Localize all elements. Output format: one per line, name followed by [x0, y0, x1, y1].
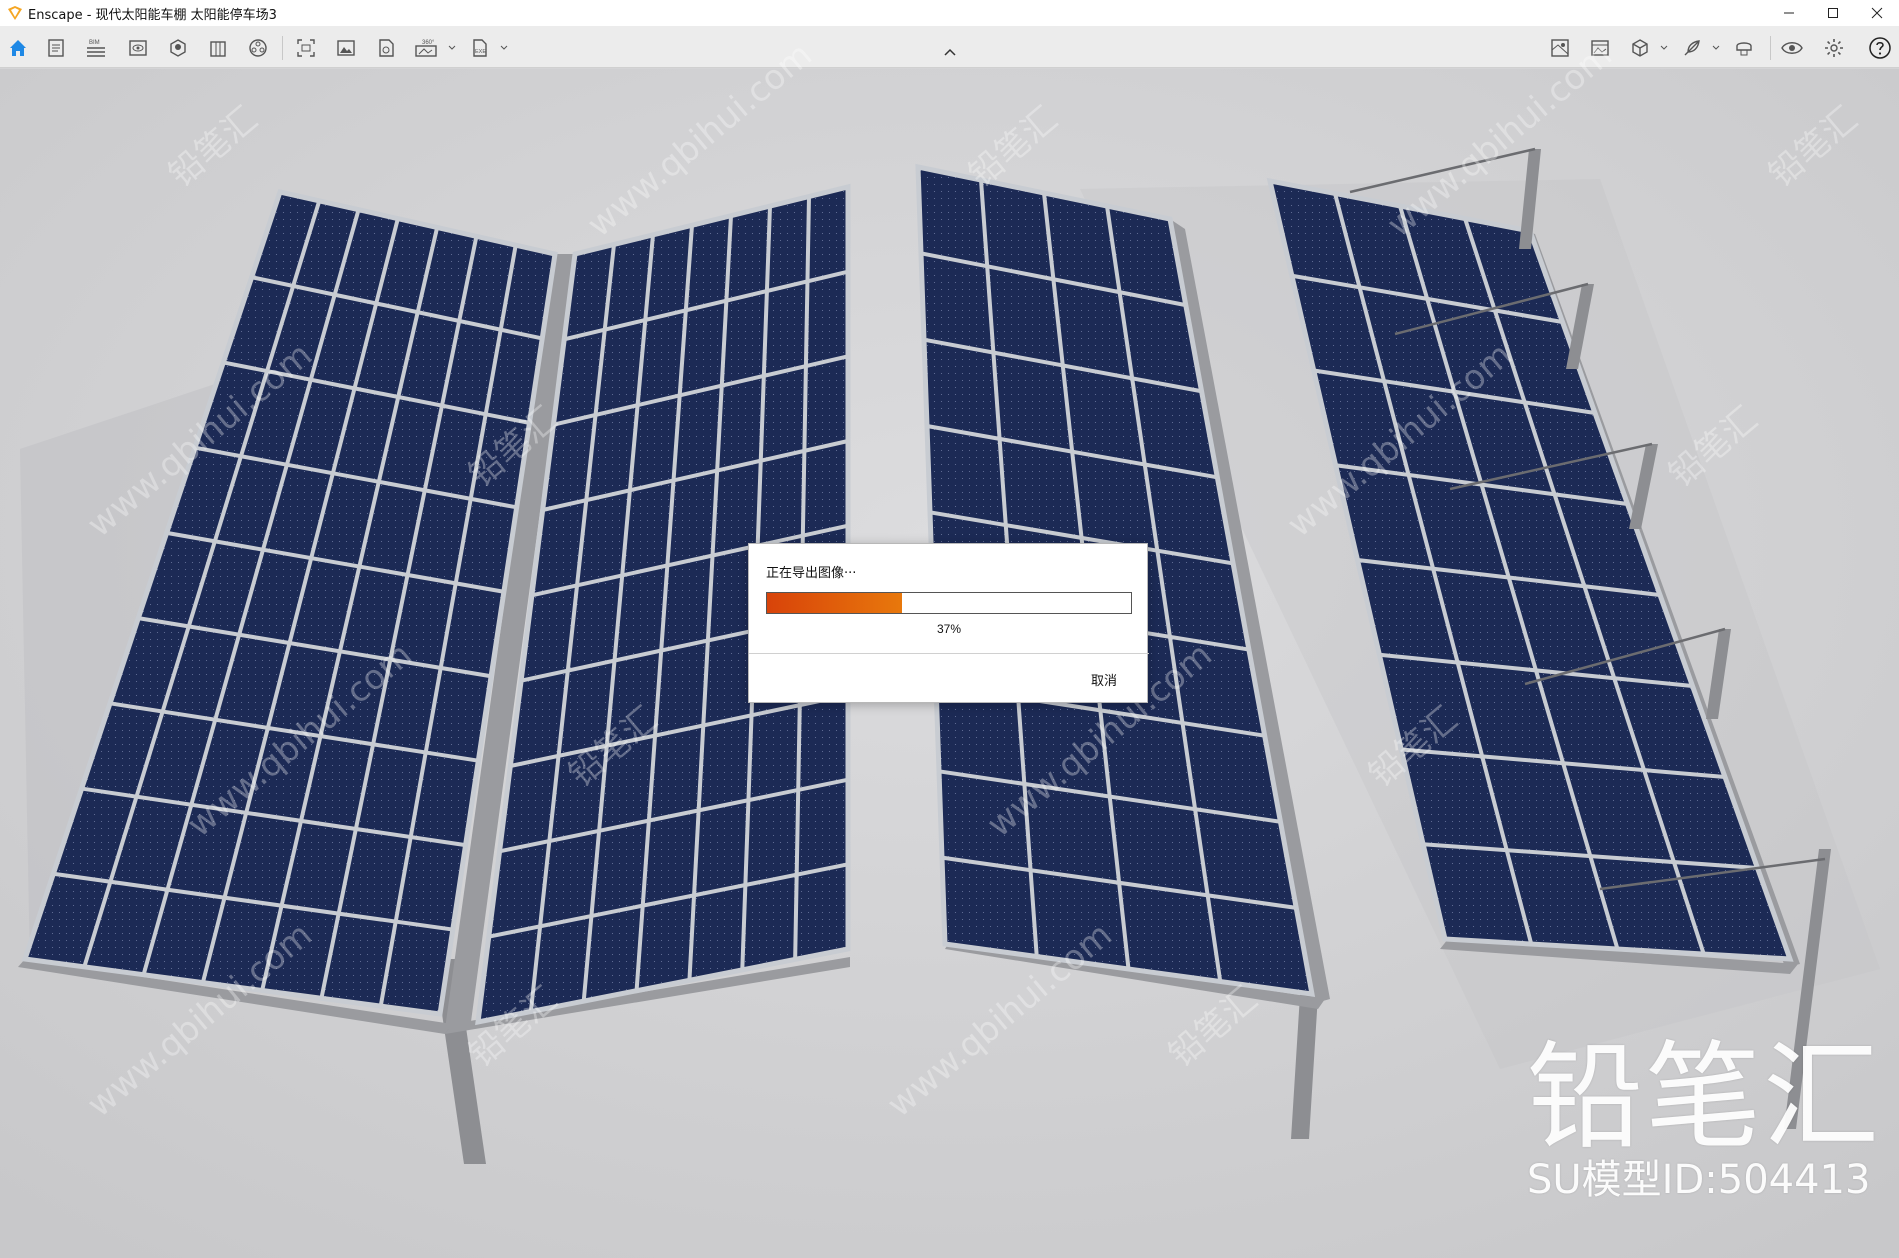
export-button[interactable]: EXE: [466, 34, 494, 62]
svg-text:BIM: BIM: [89, 40, 100, 46]
feather-dropdown[interactable]: [1710, 38, 1722, 58]
brand-watermark: 铅笔汇: [1527, 1030, 1881, 1165]
project-button[interactable]: [42, 34, 70, 62]
panorama-button[interactable]: 360°: [412, 34, 440, 62]
batch-button[interactable]: [372, 34, 400, 62]
building-icon: [210, 41, 226, 57]
map-icon: [1551, 39, 1569, 57]
render-icon: [1591, 40, 1609, 56]
chevron-up-icon: [944, 48, 956, 56]
collapse-toolbar-button[interactable]: [940, 44, 960, 60]
close-button[interactable]: [1855, 0, 1899, 26]
home-button[interactable]: [4, 34, 32, 62]
chevron-down-icon: [1660, 45, 1668, 50]
atmosphere-button[interactable]: [244, 34, 272, 62]
chevron-down-icon: [448, 45, 456, 50]
window-controls: [1767, 0, 1899, 26]
chevron-down-icon: [500, 45, 508, 50]
help-button[interactable]: [1866, 34, 1894, 62]
export-progress-bar: [766, 592, 1132, 614]
svg-text:EXE: EXE: [475, 49, 486, 55]
export-progress-dialog: 正在导出图像··· 37% 取消: [748, 543, 1149, 703]
cancel-button[interactable]: 取消: [1091, 670, 1117, 689]
title-bar: Enscape - 现代太阳能车棚 太阳能停车场3: [0, 0, 1899, 26]
minimap-button[interactable]: [1546, 34, 1574, 62]
bim-button[interactable]: BIM: [82, 34, 110, 62]
eye-box-icon: [129, 40, 147, 56]
enscape-logo-icon: [6, 4, 24, 22]
bim-icon: BIM: [87, 40, 105, 57]
toolbar: BIM 360° EXE: [0, 26, 1899, 68]
document-icon: [48, 39, 64, 57]
panorama-icon: 360°: [415, 40, 437, 57]
vr-icon: [1736, 42, 1752, 56]
screenshot-button[interactable]: [332, 34, 360, 62]
svg-text:360°: 360°: [422, 40, 435, 46]
assets-button[interactable]: [164, 34, 192, 62]
minimize-button[interactable]: [1767, 0, 1811, 26]
capture-button[interactable]: [292, 34, 320, 62]
chevron-down-icon: [1712, 45, 1720, 50]
model-id-watermark: SU模型ID:504413: [1527, 1157, 1871, 1203]
feather-icon: [1684, 40, 1700, 56]
help-icon: [1869, 37, 1891, 59]
dialog-divider: [749, 653, 1149, 654]
toolbar-separator: [282, 36, 283, 60]
capture-icon: [297, 39, 315, 57]
progress-percentage: 37%: [936, 622, 962, 636]
sphere-icon: [249, 39, 267, 57]
feather-button[interactable]: [1678, 34, 1706, 62]
panorama-dropdown[interactable]: [446, 38, 458, 58]
materials-button[interactable]: [204, 34, 232, 62]
export-dropdown[interactable]: [498, 38, 510, 58]
settings-button[interactable]: [1820, 34, 1848, 62]
batch-icon: [379, 39, 394, 57]
export-icon: EXE: [473, 39, 487, 57]
render-button[interactable]: [1586, 34, 1614, 62]
home-icon: [10, 40, 26, 56]
toolbar-separator: [1770, 36, 1771, 60]
gear-icon: [1825, 39, 1843, 57]
views-button[interactable]: [124, 34, 152, 62]
progress-fill: [767, 593, 902, 613]
eye-icon: [1781, 42, 1803, 54]
cube-icon: [1632, 39, 1648, 57]
window-title: Enscape - 现代太阳能车棚 太阳能停车场3: [28, 7, 277, 23]
asset-icon: [170, 39, 186, 57]
cube-button[interactable]: [1626, 34, 1654, 62]
visual-settings-button[interactable]: [1778, 34, 1806, 62]
vr-button[interactable]: [1730, 34, 1758, 62]
cube-dropdown[interactable]: [1658, 38, 1670, 58]
image-icon: [337, 40, 355, 56]
maximize-button[interactable]: [1811, 0, 1855, 26]
dialog-title: 正在导出图像···: [766, 566, 857, 581]
